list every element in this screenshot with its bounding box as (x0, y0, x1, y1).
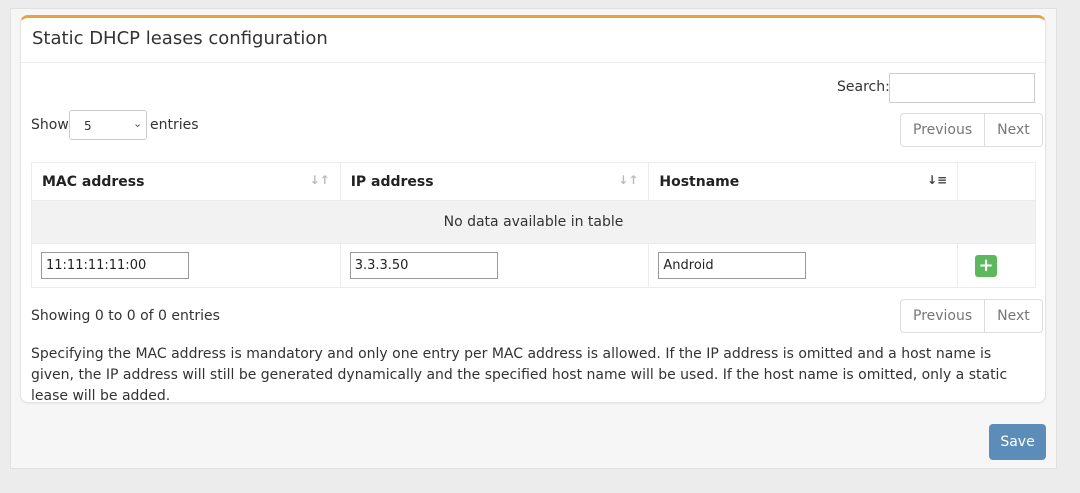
column-header-actions (957, 162, 1036, 201)
pagination-bottom: Previous Next (900, 299, 1043, 333)
ip-address-input[interactable] (349, 252, 498, 279)
new-lease-action-cell: + (957, 243, 1036, 288)
column-header-ip[interactable]: IP address ↓↑ (339, 162, 650, 201)
new-lease-ip-cell (339, 243, 650, 288)
search-label: Search: (837, 79, 890, 95)
new-lease-hostname-cell (648, 243, 959, 288)
card-title: Static DHCP leases configuration (32, 28, 328, 49)
column-header-hostname[interactable]: Hostname ↓≡ (648, 162, 959, 201)
entries-per-page-value: 5 (84, 119, 92, 133)
search-input[interactable] (889, 73, 1035, 103)
sort-icon: ↓↑ (618, 173, 639, 187)
next-page-button[interactable]: Next (984, 300, 1042, 332)
entries-label: entries (150, 117, 199, 133)
pagination-top: Previous Next (900, 113, 1043, 147)
column-header-label: Hostname (659, 173, 740, 190)
column-header-label: MAC address (42, 173, 145, 190)
next-page-button[interactable]: Next (984, 114, 1042, 146)
new-lease-row: + (31, 243, 1036, 288)
save-button[interactable]: Save (989, 424, 1046, 460)
hostname-input[interactable] (658, 252, 807, 279)
card-divider (21, 62, 1045, 63)
previous-page-button[interactable]: Previous (901, 114, 984, 146)
column-header-label: IP address (350, 173, 434, 190)
table-row: No data available in table (31, 200, 1036, 244)
previous-page-button[interactable]: Previous (901, 300, 984, 332)
table-info: Showing 0 to 0 of 0 entries (31, 308, 220, 324)
sort-icon: ↓↑ (309, 173, 330, 187)
show-label: Show (31, 117, 69, 133)
add-lease-button[interactable]: + (975, 254, 998, 277)
mac-address-input[interactable] (41, 252, 189, 279)
new-lease-mac-cell (31, 243, 341, 288)
static-leases-card: Static DHCP leases configuration Search:… (20, 15, 1046, 404)
entries-per-page-select[interactable]: 5 ⌄ (69, 110, 147, 140)
help-text: Specifying the MAC address is mandatory … (31, 346, 1008, 404)
leases-table: MAC address ↓↑ IP address ↓↑ Hostname ↓≡… (31, 162, 1036, 288)
sort-ascending-icon: ↓≡ (926, 173, 948, 187)
empty-table-message: No data available in table (31, 200, 1036, 244)
table-header-row: MAC address ↓↑ IP address ↓↑ Hostname ↓≡ (31, 162, 1036, 201)
column-header-mac[interactable]: MAC address ↓↑ (31, 162, 341, 201)
chevron-down-icon: ⌄ (133, 117, 143, 130)
